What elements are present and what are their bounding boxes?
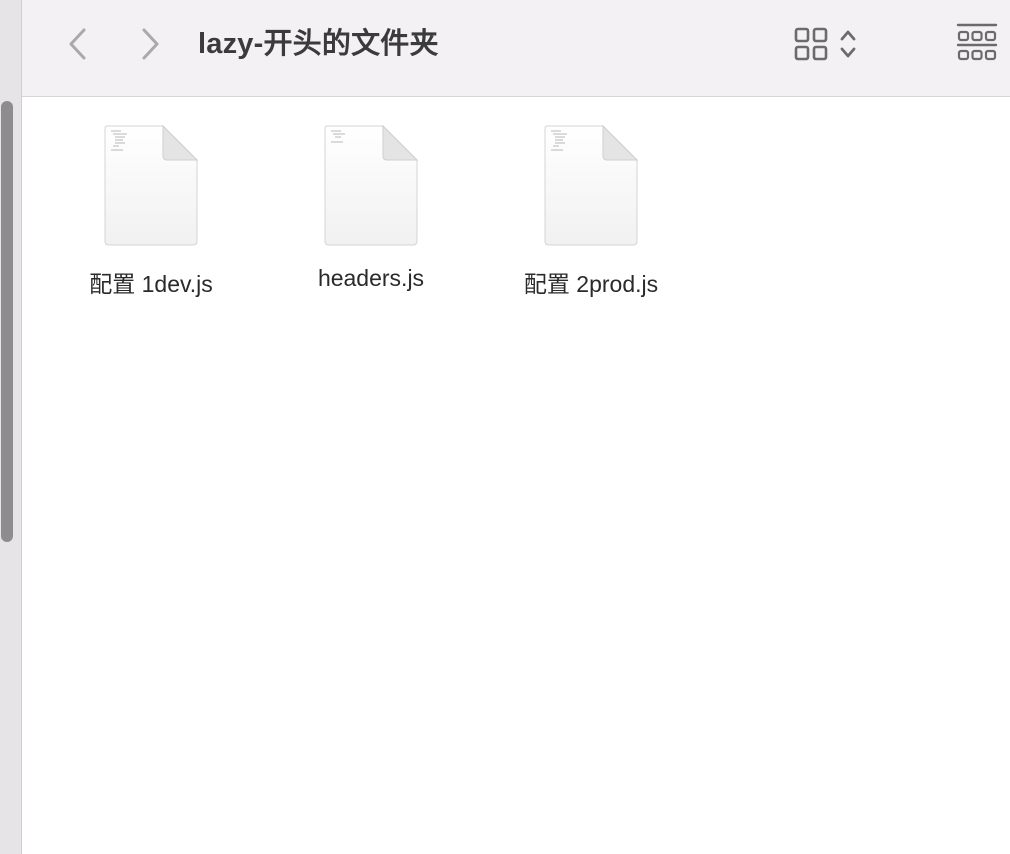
file-grid: 配置 1dev.js headers.js 配置 2prod.js — [22, 97, 1010, 854]
file-name: 配置 1dev.js — [89, 271, 213, 297]
file-item[interactable]: headers.js — [271, 125, 471, 292]
icon-grid-view-icon — [794, 27, 828, 61]
file-item[interactable]: 配置 1dev.js — [51, 125, 251, 299]
finder-window: lazy-开头的文件夹 配置 1dev.js headers.js 配置 2pr… — [0, 0, 1010, 854]
group-by-button[interactable] — [956, 22, 998, 64]
chevron-right-icon — [142, 28, 159, 60]
sidebar-edge — [0, 0, 22, 854]
view-mode-button[interactable] — [794, 24, 866, 64]
forward-button[interactable] — [132, 24, 168, 64]
js-document-icon — [324, 125, 419, 246]
js-document-icon — [104, 125, 199, 246]
file-name: 配置 2prod.js — [523, 271, 659, 297]
js-document-icon — [544, 125, 639, 246]
window-title: lazy-开头的文件夹 — [198, 28, 439, 60]
chevron-up-down-icon — [840, 30, 856, 58]
chevron-left-icon — [69, 28, 86, 60]
sidebar-scrollbar-thumb[interactable] — [1, 101, 13, 542]
file-name: headers.js — [317, 265, 425, 291]
toolbar: lazy-开头的文件夹 — [22, 0, 1010, 97]
file-item[interactable]: 配置 2prod.js — [491, 125, 691, 299]
group-by-icon — [956, 23, 998, 61]
back-button[interactable] — [60, 24, 96, 64]
